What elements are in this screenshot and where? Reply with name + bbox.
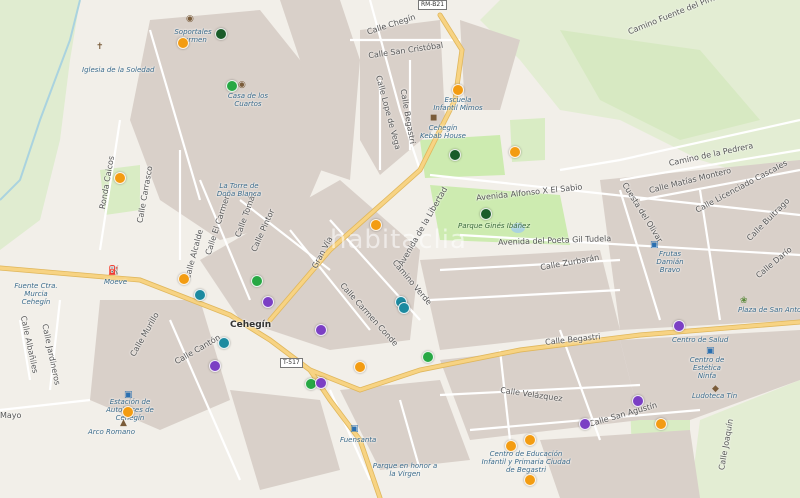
listing-marker-orange[interactable]	[178, 273, 190, 285]
map-canvas[interactable]: habitaclia RM-B21 T-517 Cehegín Calle Ch…	[0, 0, 800, 498]
shop-icon: ▣	[650, 240, 659, 250]
shop-icon: ▣	[706, 346, 715, 356]
listing-marker-teal[interactable]	[218, 337, 230, 349]
camera-icon: ◉	[238, 80, 246, 90]
listing-marker-orange[interactable]	[452, 84, 464, 96]
toy-icon: ◆	[712, 384, 719, 394]
restaurant-icon: ◼	[430, 113, 438, 123]
park-icon: ❀	[740, 296, 748, 306]
listing-marker-orange[interactable]	[524, 434, 536, 446]
listing-marker-orange[interactable]	[114, 172, 126, 184]
listing-marker-teal[interactable]	[398, 302, 410, 314]
watermark: habitaclia	[330, 225, 467, 255]
listing-marker-teal[interactable]	[194, 289, 206, 301]
listing-marker-purple[interactable]	[579, 418, 591, 430]
listing-marker-purple[interactable]	[315, 324, 327, 336]
bus-icon: ▣	[124, 390, 133, 400]
road-shield-t517: T-517	[280, 358, 303, 368]
listing-marker-orange[interactable]	[354, 361, 366, 373]
monument-icon: ▲	[120, 418, 127, 428]
listing-marker-green[interactable]	[226, 80, 238, 92]
listing-marker-orange[interactable]	[177, 37, 189, 49]
fuel-icon: ⛽	[108, 266, 120, 276]
listing-marker-orange[interactable]	[370, 219, 382, 231]
listing-marker-purple[interactable]	[262, 296, 274, 308]
listing-marker-purple[interactable]	[209, 360, 221, 372]
listing-marker-dark_green[interactable]	[215, 28, 227, 40]
listing-marker-orange[interactable]	[505, 440, 517, 452]
listing-marker-dark_green[interactable]	[480, 208, 492, 220]
church-icon: ✝	[96, 42, 104, 52]
listing-marker-purple[interactable]	[315, 377, 327, 389]
road-shield-rm-b21: RM-B21	[418, 0, 448, 10]
listing-marker-orange[interactable]	[509, 146, 521, 158]
listing-marker-green[interactable]	[422, 351, 434, 363]
shop-icon: ▣	[350, 424, 359, 434]
listing-marker-dark_green[interactable]	[449, 149, 461, 161]
listing-marker-orange[interactable]	[524, 474, 536, 486]
listing-marker-purple[interactable]	[673, 320, 685, 332]
camera-icon: ◉	[186, 14, 194, 24]
listing-marker-green[interactable]	[251, 275, 263, 287]
listing-marker-orange[interactable]	[655, 418, 667, 430]
listing-marker-orange[interactable]	[122, 406, 134, 418]
listing-marker-purple[interactable]	[632, 395, 644, 407]
